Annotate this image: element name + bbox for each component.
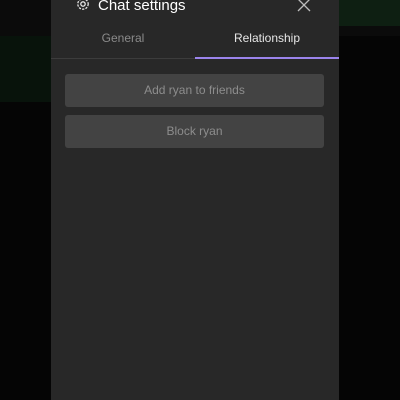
settings-tabs: General Relationship — [51, 24, 339, 59]
panel-header: Chat settings — [51, 0, 339, 20]
active-tab-indicator — [195, 57, 339, 59]
background-green-region-left — [0, 36, 52, 102]
close-icon[interactable] — [296, 0, 312, 13]
panel-title: Chat settings — [98, 0, 186, 14]
tab-general[interactable]: General — [51, 24, 195, 58]
tab-relationship[interactable]: Relationship — [195, 24, 339, 58]
add-friend-button[interactable]: Add ryan to friends — [65, 74, 324, 107]
block-user-button[interactable]: Block ryan — [65, 115, 324, 148]
chat-settings-panel: Chat settings General Relationship Add r… — [51, 0, 339, 400]
gear-icon — [75, 0, 91, 12]
background-green-region — [336, 0, 400, 26]
